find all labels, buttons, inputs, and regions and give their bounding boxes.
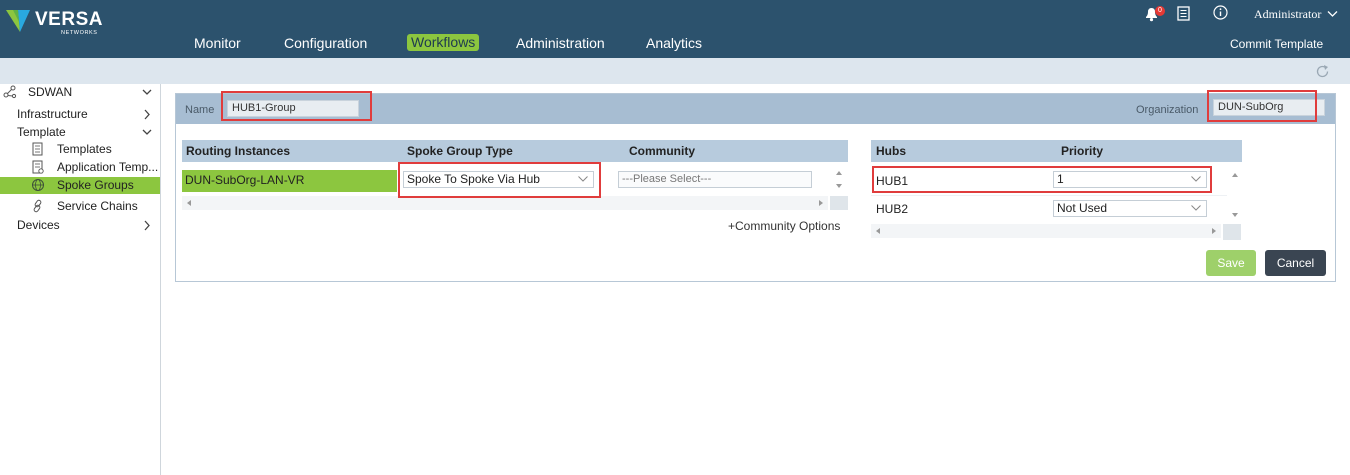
nav-analytics[interactable]: Analytics — [646, 34, 702, 52]
form-header: Name HUB1-Group Organization DUN-SubOrg — [176, 94, 1335, 124]
versa-logo-mark — [6, 10, 30, 32]
nav-administration[interactable]: Administration — [516, 34, 605, 52]
versa-logo[interactable]: VERSA NETWORKS — [4, 6, 114, 36]
hub2-priority-select[interactable]: Not Used — [1053, 200, 1207, 217]
column-header: Community — [629, 144, 695, 158]
sidebar-item-service-chains[interactable]: Service Chains — [0, 198, 160, 215]
chevron-down-icon — [142, 129, 152, 135]
community-options-link[interactable]: +Community Options — [728, 219, 840, 233]
sidebar-item-label: Infrastructure — [17, 107, 88, 121]
column-header: Spoke Group Type — [407, 144, 513, 158]
sidebar-item-label: Spoke Groups — [57, 178, 134, 192]
info-icon[interactable] — [1213, 5, 1228, 20]
priority-value: Not Used — [1057, 201, 1108, 215]
routing-table-vscroll[interactable] — [832, 168, 846, 192]
brand-sub: NETWORKS — [61, 30, 98, 36]
scroll-corner — [830, 196, 848, 210]
routing-instance-name: DUN-SubOrg-LAN-VR — [185, 173, 305, 187]
hubs-table-vscroll[interactable] — [1228, 168, 1242, 222]
community-select[interactable]: ---Please Select--- — [618, 171, 812, 188]
column-header: Priority — [1061, 144, 1104, 158]
user-menu[interactable]: Administrator — [1254, 7, 1338, 22]
chevron-right-icon — [144, 109, 150, 120]
scroll-arrows-icon — [187, 200, 823, 206]
column-header: Hubs — [876, 144, 906, 158]
commit-template-link[interactable]: Commit Template — [1230, 37, 1323, 51]
scroll-arrows-icon — [876, 228, 1216, 234]
toolbar-strip — [0, 58, 1350, 84]
spoke-group-form: Name HUB1-Group Organization DUN-SubOrg … — [175, 93, 1336, 282]
sidebar-item-application-templates[interactable]: Application Temp... — [0, 159, 160, 176]
sidebar-item-devices[interactable]: Devices — [0, 217, 160, 234]
sidebar-item-spoke-groups[interactable]: Spoke Groups — [0, 177, 160, 194]
save-button[interactable]: Save — [1206, 250, 1256, 276]
chain-icon — [33, 199, 42, 213]
chevron-down-icon — [1327, 11, 1338, 17]
routing-instance-cell[interactable]: DUN-SubOrg-LAN-VR — [182, 170, 397, 192]
sidebar: SDWAN Infrastructure Template Templates — [0, 84, 161, 475]
chevron-down-icon — [142, 89, 152, 95]
document-icon — [32, 142, 43, 156]
user-name: Administrator — [1254, 7, 1322, 21]
sidebar-item-templates[interactable]: Templates — [0, 141, 160, 158]
routing-table-hscroll[interactable] — [182, 196, 828, 210]
cancel-button[interactable]: Cancel — [1265, 250, 1326, 276]
sidebar-item-infrastructure[interactable]: Infrastructure — [0, 106, 160, 123]
hub1-priority-select[interactable]: 1 — [1053, 171, 1207, 188]
name-label: Name — [185, 104, 215, 116]
sidebar-item-label: Devices — [17, 218, 60, 232]
scroll-corner — [1223, 224, 1241, 240]
sidebar-item-label: SDWAN — [28, 85, 73, 99]
column-header: Routing Instances — [186, 144, 291, 158]
app-document-icon — [32, 160, 44, 174]
community-placeholder: ---Please Select--- — [622, 173, 712, 185]
hub-name: HUB1 — [876, 174, 909, 188]
chevron-down-icon — [1191, 205, 1201, 211]
brand-name: VERSA — [35, 9, 103, 30]
sidebar-item-label: Templates — [57, 142, 112, 156]
refresh-icon[interactable] — [1315, 64, 1330, 79]
routing-table-header: Routing Instances Spoke Group Type Commu… — [182, 140, 848, 162]
scroll-arrows-icon — [1232, 173, 1238, 217]
sidebar-item-label: Template — [17, 125, 66, 139]
hubs-table-hscroll[interactable] — [871, 224, 1221, 238]
organization-label: Organization — [1136, 104, 1199, 116]
scroll-arrows-icon — [836, 171, 842, 188]
nav-configuration[interactable]: Configuration — [284, 34, 367, 52]
priority-value: 1 — [1057, 172, 1064, 186]
top-bar: VERSA NETWORKS Monitor Configuration Wor… — [0, 0, 1350, 58]
hubs-table-header: Hubs Priority — [871, 140, 1242, 162]
nav-monitor[interactable]: Monitor — [194, 34, 241, 52]
sidebar-item-label: Service Chains — [57, 199, 138, 213]
sidebar-item-sdwan[interactable]: SDWAN — [0, 84, 160, 101]
chevron-right-icon — [144, 220, 150, 231]
nav-workflows[interactable]: Workflows — [407, 34, 480, 51]
spoke-group-type-select[interactable]: Spoke To Spoke Via Hub — [403, 171, 594, 188]
hub-name: HUB2 — [876, 202, 909, 216]
organization-field[interactable]: DUN-SubOrg — [1213, 99, 1325, 116]
chevron-down-icon — [1191, 176, 1201, 182]
name-input[interactable]: HUB1-Group — [227, 100, 359, 117]
tasks-icon[interactable] — [1177, 6, 1190, 21]
sidebar-item-label: Application Temp... — [57, 160, 159, 174]
spoke-group-type-value: Spoke To Spoke Via Hub — [407, 172, 540, 186]
network-icon — [3, 85, 17, 99]
notification-badge: 0 — [1155, 6, 1165, 16]
globe-icon — [32, 179, 44, 191]
sidebar-item-template[interactable]: Template — [0, 124, 160, 141]
chevron-down-icon — [578, 176, 588, 182]
